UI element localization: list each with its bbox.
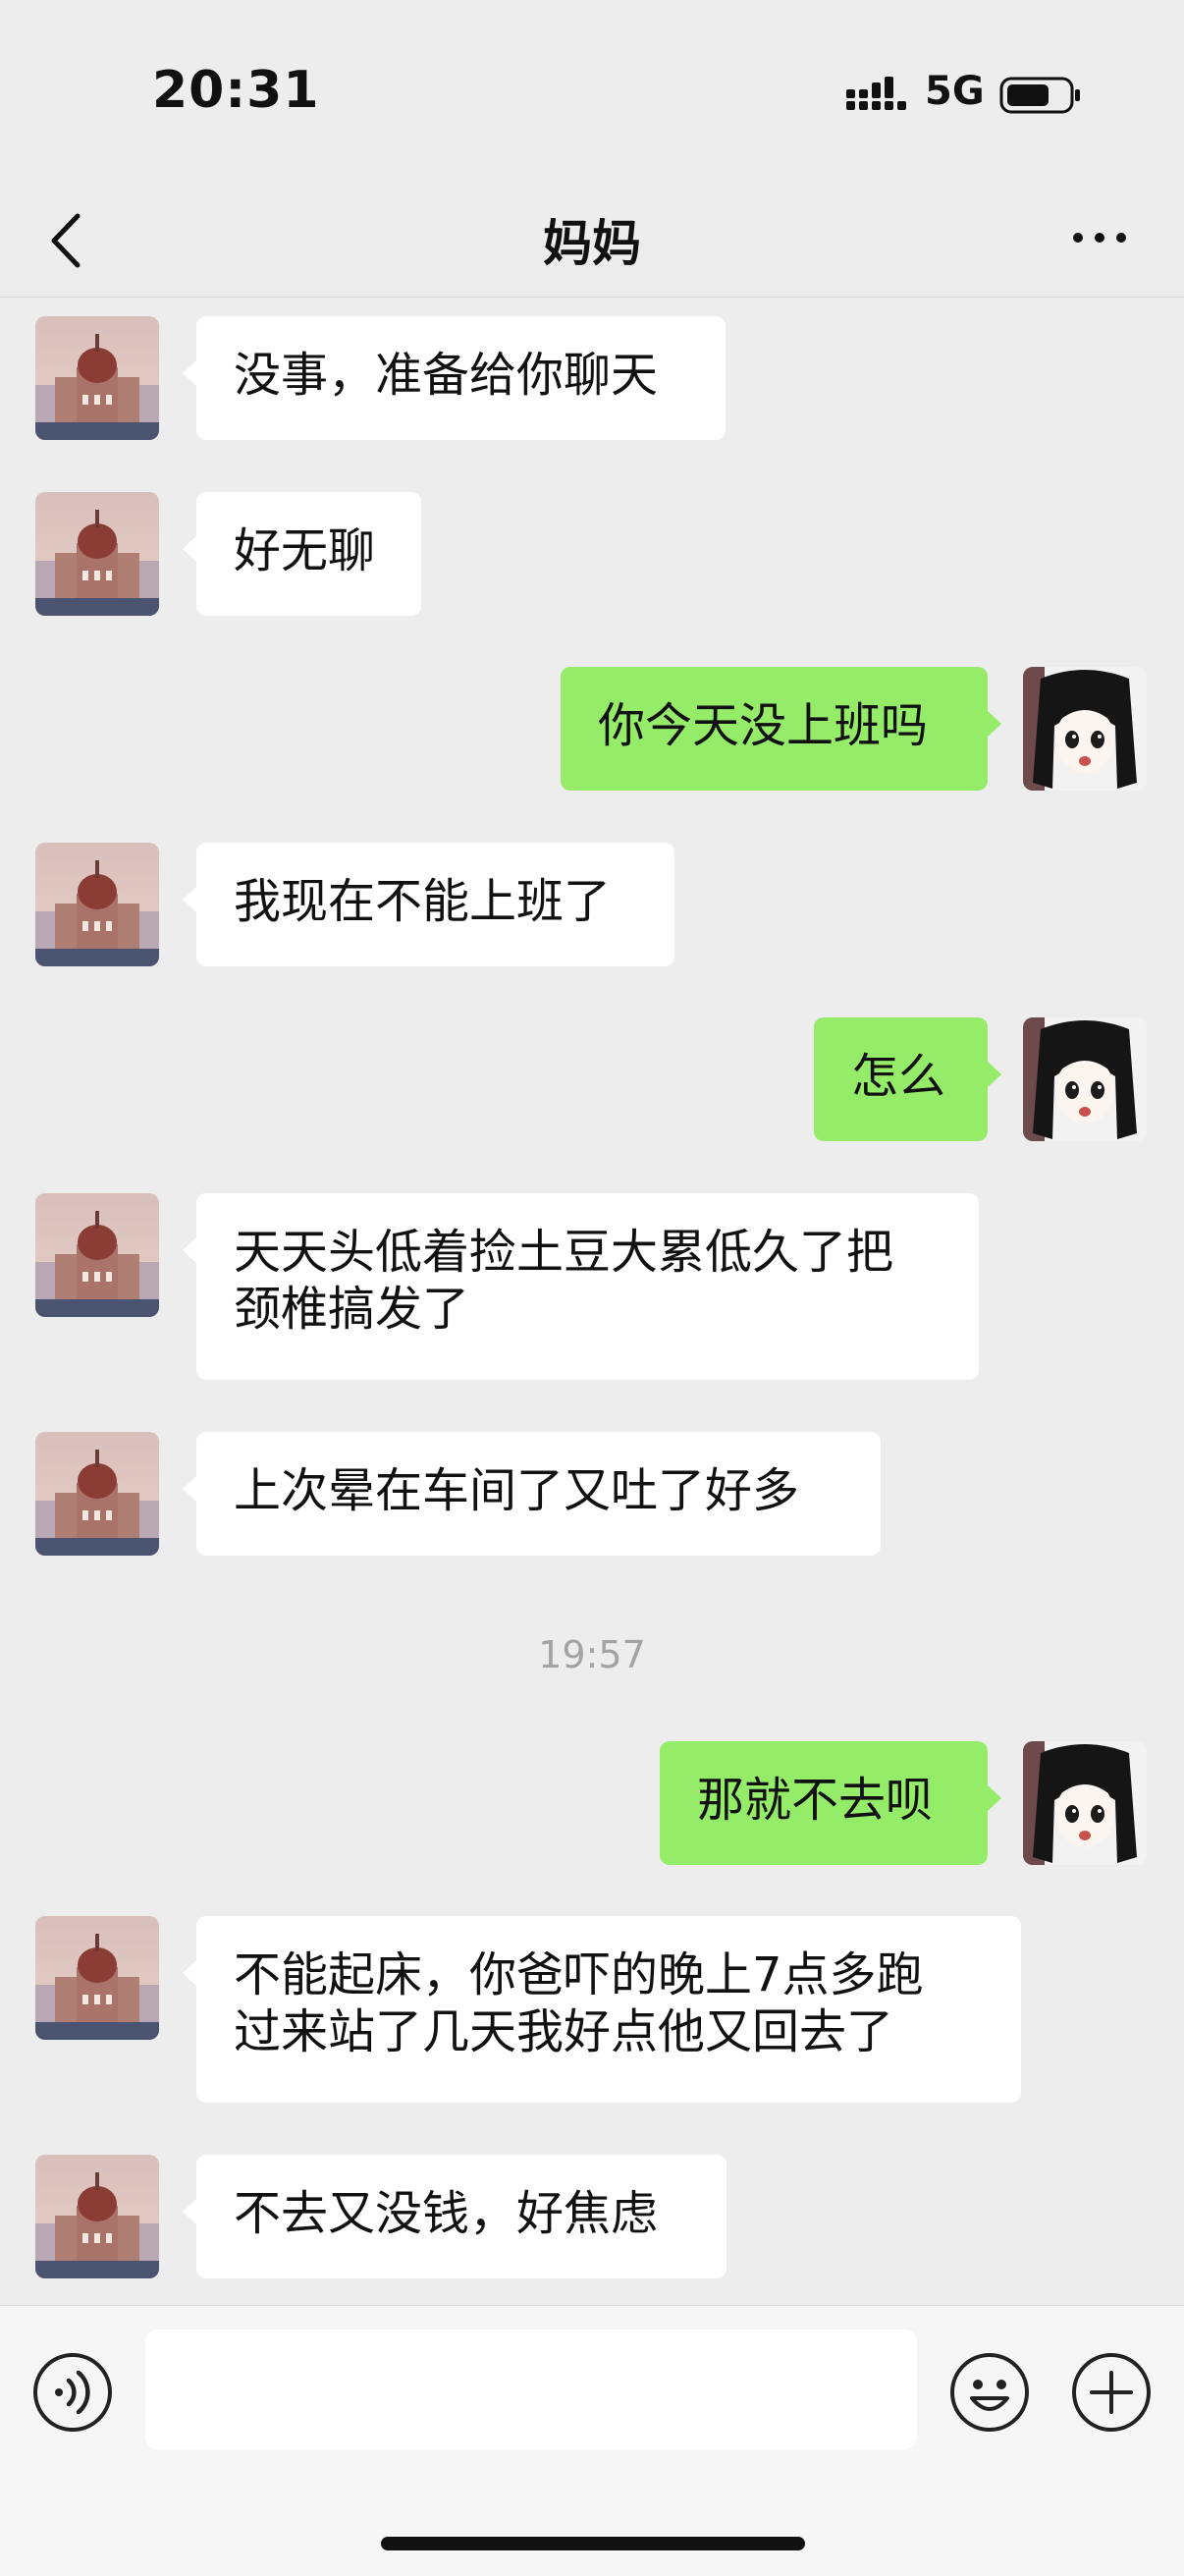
status-time: 20:31 — [152, 61, 320, 120]
avatar[interactable] — [35, 492, 159, 616]
avatar[interactable] — [35, 843, 159, 966]
chat-header: 妈妈 — [0, 187, 1184, 298]
message-bubble[interactable]: 那就不去呗 — [660, 1741, 1001, 1865]
status-bar: 20:31 5G — [0, 0, 1184, 187]
avatar[interactable] — [1023, 1741, 1147, 1865]
message-row: 没事，准备给你聊天 — [0, 316, 1184, 440]
message-bubble[interactable]: 你今天没上班吗 — [561, 667, 1001, 791]
battery-icon — [999, 77, 1080, 114]
message-list: 没事，准备给你聊天 好无聊 你今天没上班吗 我现在不能上班了 怎么 天天头低着捡… — [0, 298, 1184, 2305]
avatar[interactable] — [35, 1193, 159, 1317]
avatar[interactable] — [35, 316, 159, 440]
plus-circle-icon[interactable] — [1070, 2351, 1153, 2434]
message-row: 你今天没上班吗 — [0, 667, 1184, 791]
message-input[interactable] — [145, 2329, 917, 2449]
avatar[interactable] — [35, 2155, 159, 2278]
message-row: 怎么 — [0, 1017, 1184, 1141]
message-row: 不去又没钱，好焦虑 — [0, 2155, 1184, 2278]
avatar[interactable] — [35, 1916, 159, 2040]
input-bar — [0, 2305, 1184, 2576]
message-row: 天天头低着捡土豆大累低久了把 颈椎搞发了 — [0, 1193, 1184, 1380]
message-bubble[interactable]: 不能起床，你爸吓的晚上7点多跑 过来站了几天我好点他又回去了 — [183, 1916, 1021, 2103]
avatar[interactable] — [1023, 667, 1147, 791]
message-row: 我现在不能上班了 — [0, 843, 1184, 966]
home-indicator — [381, 2537, 805, 2550]
message-bubble[interactable]: 天天头低着捡土豆大累低久了把 颈椎搞发了 — [183, 1193, 979, 1380]
network-type: 5G — [925, 69, 985, 114]
message-bubble[interactable]: 好无聊 — [183, 492, 421, 616]
message-bubble[interactable]: 没事，准备给你聊天 — [183, 316, 726, 440]
avatar[interactable] — [35, 1432, 159, 1556]
signal-icon — [846, 77, 906, 110]
message-row: 上次晕在车间了又吐了好多 — [0, 1432, 1184, 1556]
more-horizontal-icon[interactable] — [1070, 226, 1129, 249]
message-bubble[interactable]: 怎么 — [814, 1017, 1001, 1141]
message-timestamp: 19:57 — [538, 1633, 646, 1676]
emoji-icon[interactable] — [948, 2351, 1031, 2434]
message-bubble[interactable]: 不去又没钱，好焦虑 — [183, 2155, 727, 2278]
chat-title: 妈妈 — [543, 215, 641, 272]
message-row: 好无聊 — [0, 492, 1184, 616]
avatar[interactable] — [1023, 1017, 1147, 1141]
message-bubble[interactable]: 上次晕在车间了又吐了好多 — [183, 1432, 881, 1556]
voice-icon[interactable] — [31, 2351, 114, 2434]
message-row: 不能起床，你爸吓的晚上7点多跑 过来站了几天我好点他又回去了 — [0, 1916, 1184, 2103]
message-row: 那就不去呗 — [0, 1741, 1184, 1865]
message-bubble[interactable]: 我现在不能上班了 — [183, 843, 674, 966]
